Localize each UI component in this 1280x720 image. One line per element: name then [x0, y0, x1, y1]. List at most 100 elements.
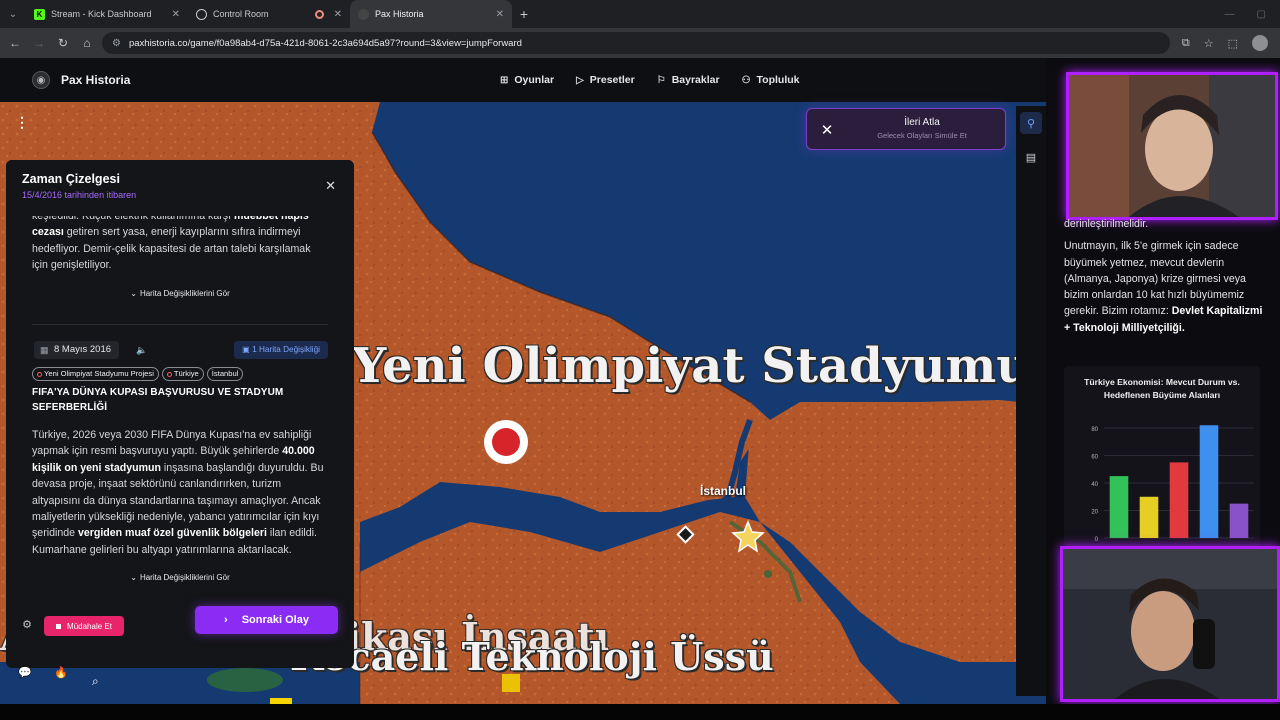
person-icon[interactable]: ⚲: [1020, 112, 1042, 134]
back-icon[interactable]: ←: [6, 36, 24, 50]
kick-icon: K: [34, 8, 45, 20]
close-icon[interactable]: ✕: [496, 9, 504, 20]
more-vertical-icon[interactable]: ⋮: [14, 114, 30, 130]
extensions-icon[interactable]: ⬚: [1228, 37, 1238, 50]
home-icon[interactable]: ⌂: [78, 36, 96, 50]
island: [764, 570, 772, 578]
y-tick-label: 0: [1095, 537, 1099, 543]
text: Türkiye, 2026 veya 2030 FIFA Dünya Kupas…: [32, 429, 312, 458]
browser-tab-pax-historia[interactable]: Pax Historia ✕: [350, 0, 512, 28]
chat-icon[interactable]: 💬: [18, 666, 36, 684]
event-date: ▦ 8 Mayıs 2016: [34, 341, 120, 360]
intervene-label: Müdahale Et: [67, 621, 112, 631]
timeline-body[interactable]: keşfedildi. Küçük elektrik kullanımına k…: [32, 208, 328, 587]
nav-label: Presetler: [589, 74, 635, 86]
gamepad-icon: ⊞: [500, 74, 509, 86]
install-icon[interactable]: ⧉: [1182, 37, 1190, 50]
map-changes-toggle[interactable]: ⌄ Harita Değişikliklerini Gör: [32, 570, 328, 586]
chevron-down-icon: ⌄: [130, 573, 137, 583]
forward-icon[interactable]: →: [30, 36, 48, 50]
event-tags: Yeni Olimpiyat Stadyumu Projesi Türkiye …: [32, 367, 328, 382]
url-text: paxhistoria.co/game/f0a98ab4-d75a-421d-8…: [128, 37, 522, 49]
island: [207, 668, 283, 692]
streamer-notes: derinleştirilmelidir. Unutmayın, ilk 5'e…: [1064, 216, 1264, 336]
timeline-subtitle: 15/4/2016 tarihinden itibaren: [22, 190, 137, 200]
reload-icon[interactable]: ↻: [54, 36, 72, 50]
nav-flags[interactable]: ⚐ Bayraklar: [657, 74, 720, 86]
profile-avatar[interactable]: [1252, 35, 1268, 51]
skip-ahead-banner[interactable]: ✕ İleri Atla Gelecek Olayları Simüle Et: [806, 108, 1006, 150]
note-paragraph: Unutmayın, ilk 5'e girmek için sadece bü…: [1064, 238, 1264, 336]
minimize-icon[interactable]: —: [1225, 9, 1235, 20]
tag[interactable]: İstanbul: [206, 367, 244, 382]
browser-tab-kick[interactable]: K Stream - Kick Dashboard ✕: [26, 0, 188, 28]
close-icon[interactable]: ✕: [325, 178, 336, 194]
scroll-icon[interactable]: ▤: [1020, 146, 1042, 168]
map-label-stadium: Yeni Olimpiyat Stadyumu Projesi: [352, 338, 1046, 394]
close-icon[interactable]: ✕: [334, 9, 342, 20]
chart-bar: [1199, 425, 1219, 538]
stop-icon: [56, 623, 62, 629]
timeline-header: Zaman Çizelgesi 15/4/2016 tarihinden iti…: [6, 160, 354, 216]
chevron-right-icon: ›: [224, 614, 228, 626]
brand-name[interactable]: Pax Historia: [61, 73, 130, 87]
next-event-button[interactable]: › Sonraki Olay: [195, 606, 338, 634]
close-icon[interactable]: ✕: [172, 9, 180, 20]
taskbar-strip: [0, 704, 1280, 720]
tag-text: Yeni Olimpiyat Stadyumu Projesi: [44, 369, 154, 379]
play-icon: ▷: [576, 74, 584, 86]
pax-logo-icon[interactable]: ◉: [32, 71, 50, 89]
browser-tab-control-room[interactable]: Control Room ✕: [188, 0, 350, 28]
maximize-icon[interactable]: ▢: [1257, 9, 1266, 20]
settings-icon[interactable]: ⚙: [18, 618, 36, 636]
nav-links: ⊞ Oyunlar ▷ Presetler ⚐ Bayraklar ⚇ Topluluk: [500, 58, 800, 102]
new-tab-button[interactable]: +: [512, 6, 536, 22]
tag[interactable]: Yeni Olimpiyat Stadyumu Projesi: [32, 367, 159, 382]
search-icon[interactable]: ⌕: [92, 674, 110, 692]
y-tick-label: 80: [1091, 427, 1098, 433]
text: getiren sert yasa, enerji kayıplarını sı…: [32, 226, 311, 272]
stadium-marker-dot: [492, 428, 520, 456]
tab-search-icon[interactable]: ⌄: [0, 0, 26, 28]
chart-bar: [1229, 503, 1249, 538]
chart-bar: [1109, 476, 1129, 538]
globe-icon: [196, 8, 207, 20]
badge-text: 1 Harita Değişikliği: [252, 345, 320, 355]
close-icon[interactable]: ✕: [815, 118, 839, 142]
nav-community[interactable]: ⚇ Topluluk: [742, 74, 800, 86]
speaker-icon[interactable]: 🔈: [136, 342, 147, 358]
tab-title: Pax Historia: [375, 9, 424, 19]
event-date-text: 8 Mayıs 2016: [54, 344, 112, 356]
star-icon[interactable]: ☆: [1204, 37, 1214, 50]
map-label-istanbul: İstanbul: [700, 484, 747, 498]
pax-icon: [358, 8, 369, 20]
tag-text: İstanbul: [211, 369, 239, 379]
map-changes-label: Harita Değişikliklerini Gör: [139, 573, 230, 583]
stream-overlay: derinleştirilmelidir. Unutmayın, ilk 5'e…: [1046, 58, 1280, 704]
fire-icon[interactable]: 🔥: [54, 666, 72, 684]
url-field[interactable]: ⚙ paxhistoria.co/game/f0a98ab4-d75a-421d…: [102, 32, 1170, 54]
map-change-badge[interactable]: ▣ 1 Harita Değişikliği: [234, 341, 328, 360]
event-body: Türkiye, 2026 veya 2030 FIFA Dünya Kupas…: [32, 427, 328, 558]
top-navigation: ◉ Pax Historia ⊞ Oyunlar ▷ Presetler ⚐ Bayr…: [0, 58, 1046, 102]
skip-title: İleri Atla: [904, 117, 940, 128]
nav-presets[interactable]: ▷ Presetler: [576, 74, 635, 86]
tag-dot-icon: [37, 371, 42, 377]
intervene-button[interactable]: Müdahale Et: [44, 616, 124, 636]
address-actions: ⧉ ☆ ⬚: [1176, 35, 1274, 51]
prev-event-text: keşfedildi. Küçük elektrik kullanımına k…: [32, 208, 328, 274]
browser-tabbar: ⌄ K Stream - Kick Dashboard ✕ Control Ro…: [0, 0, 1280, 28]
map-changes-toggle[interactable]: ⌄ Harita Değişikliklerini Gör: [32, 286, 328, 302]
y-tick-label: 40: [1091, 482, 1098, 488]
nav-label: Topluluk: [756, 74, 800, 86]
tag-text: Türkiye: [173, 369, 199, 379]
tag[interactable]: Türkiye: [161, 367, 204, 382]
chart-svg: 80 60 40 20 0: [1091, 425, 1254, 543]
calendar-icon: ▦: [40, 345, 49, 356]
nav-label: Oyunlar: [514, 74, 555, 86]
site-info-icon[interactable]: ⚙: [112, 38, 121, 49]
right-toolbar: ⚲ ▤: [1016, 106, 1046, 696]
next-event-label: Sonraki Olay: [241, 614, 309, 626]
economy-chart: Türkiye Ekonomisi: Mevcut Durum vs. Hede…: [1064, 366, 1260, 546]
nav-games[interactable]: ⊞ Oyunlar: [500, 74, 554, 86]
